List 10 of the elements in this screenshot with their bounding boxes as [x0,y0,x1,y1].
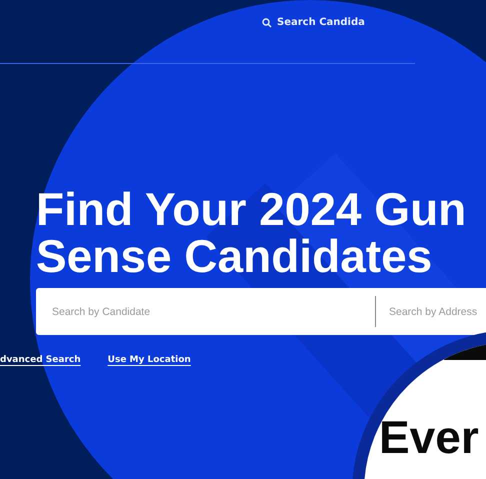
search-candidates-link[interactable]: Search Candida [262,17,365,28]
candidate-search-input[interactable]: Search by Candidate [52,302,352,322]
advanced-search-link[interactable]: dvanced Search [0,355,81,365]
location-link[interactable]: Use My Location [108,355,191,365]
search-icon [262,18,272,28]
section-heading: Ever [379,414,479,460]
address-search-field[interactable]: Search by Address [375,288,486,335]
hero-heading: Find Your 2024 Gun Sense Candidates [36,186,468,280]
candidate-search-field[interactable]: Search by Candidate [36,288,375,335]
address-search-input[interactable]: Search by Address [389,302,485,322]
